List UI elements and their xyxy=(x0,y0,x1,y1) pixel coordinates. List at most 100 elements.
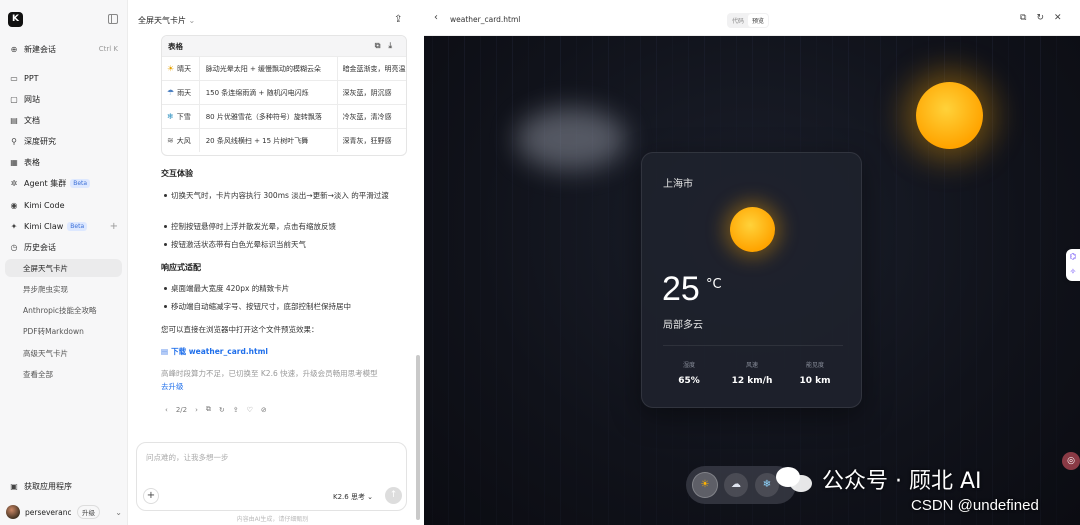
thumbs-down-icon[interactable]: ⊘ xyxy=(261,406,267,414)
upgrade-hint: 高峰时段算力不足，已切换至 K2.6 快速，升级会员畅用思考模型 去升级 xyxy=(161,367,407,393)
sidebar-item-table[interactable]: ▦ 表格 xyxy=(5,153,122,171)
background-streak xyxy=(480,36,481,525)
download-link[interactable]: ▤ 下载 weather_card.html xyxy=(161,346,268,357)
table-cell: 晴天 xyxy=(177,64,192,73)
attach-button[interactable]: + xyxy=(143,488,159,504)
weather-stage: 上海市 25 °C 局部多云 湿度 65% 风速 12 km/h 能见度 10 … xyxy=(424,36,1080,525)
divider xyxy=(663,345,843,346)
next-icon[interactable]: › xyxy=(195,406,198,414)
table-actions: ⧉⤓ xyxy=(375,41,400,51)
table-cell: 冷灰蓝，清冷感 xyxy=(342,112,392,121)
history-item[interactable]: PDF转Markdown xyxy=(5,322,122,340)
sidebar-item-research[interactable]: ⚲ 深度研究 xyxy=(5,132,122,150)
watermark-wechat: 公众号 · 顾北 AI xyxy=(776,463,982,495)
wechat-icon xyxy=(776,465,814,493)
beta-badge: Beta xyxy=(67,221,88,231)
sun-button[interactable]: ☀ xyxy=(693,473,717,497)
view-all-link[interactable]: 查看全部 xyxy=(5,365,122,383)
agent-icon: ✲ xyxy=(10,178,18,188)
sidebar-item-label: 表格 xyxy=(24,157,40,167)
translate-icon[interactable]: ⌬ xyxy=(1066,249,1080,264)
upgrade-button[interactable]: 升级 xyxy=(77,505,100,519)
sidebar-item-agent[interactable]: ✲ Agent 集群 Beta xyxy=(5,174,122,192)
get-app-button[interactable]: ▣ 获取应用程序 xyxy=(5,478,122,494)
back-icon[interactable]: ‹ xyxy=(434,12,438,23)
chat-scrollbar[interactable] xyxy=(416,355,420,520)
prev-icon[interactable]: ‹ xyxy=(165,406,168,414)
sidebar-item-label: 网站 xyxy=(24,94,40,104)
user-name: perseveranc... xyxy=(25,507,71,517)
regenerate-icon[interactable]: ↻ xyxy=(219,406,225,414)
kimi-logo[interactable]: K xyxy=(8,12,23,27)
temperature-unit: °C xyxy=(706,277,722,292)
user-menu[interactable]: perseveranc... 升级 ⌄ xyxy=(6,503,122,521)
history-item[interactable]: 高级天气卡片 xyxy=(5,344,122,362)
sidebar-item-website[interactable]: ▢ 网站 xyxy=(5,90,122,108)
stat-label: 能见度 xyxy=(805,362,824,369)
ppt-icon: ▭ xyxy=(10,73,18,83)
float-badge-icon[interactable]: ◎ xyxy=(1062,452,1080,470)
background-streak xyxy=(912,36,913,525)
background-streak xyxy=(1008,36,1009,525)
copy-icon[interactable]: ⧉ xyxy=(375,41,389,50)
background-streak xyxy=(1024,36,1025,525)
add-claw-icon[interactable]: + xyxy=(110,221,118,232)
sidebar-item-ppt[interactable]: ▭ PPT xyxy=(5,69,122,87)
floating-tools: ⌬ ✧ xyxy=(1066,249,1080,281)
background-streak xyxy=(608,36,609,525)
share-icon[interactable]: ⇪ xyxy=(233,406,239,414)
table-cell: 暗金蓝渐变，明亮温 xyxy=(342,64,406,73)
download-app-icon: ▣ xyxy=(10,481,18,491)
sidebar-item-history[interactable]: ◷ 历史会话 xyxy=(5,238,122,256)
new-chat-button[interactable]: ⊕ 新建会话 Ctrl K xyxy=(5,40,122,58)
weather-card: 上海市 25 °C 局部多云 湿度 65% 风速 12 km/h 能见度 10 … xyxy=(641,152,862,408)
history-item[interactable]: 异步爬虫实现 xyxy=(5,280,122,298)
conversation-title-text: 全屏天气卡片 xyxy=(138,16,186,25)
stat-value: 10 km xyxy=(799,376,831,386)
send-button[interactable]: ↑ xyxy=(385,487,402,504)
share-icon[interactable]: ⇪ xyxy=(394,14,402,25)
table-cell: 雨天 xyxy=(177,88,192,97)
refresh-icon[interactable]: ↻ xyxy=(1036,13,1054,23)
background-sun xyxy=(916,82,983,149)
sidebar-item-kimi-code[interactable]: ◉ Kimi Code xyxy=(5,196,122,214)
city-name: 上海市 xyxy=(663,179,693,190)
sidebar-item-label: Agent 集群 xyxy=(24,178,67,188)
chat-panel: 全屏天气卡片 ⌄ ⇪ 表格 ⧉⤓ ☀ 晴天 脉动光晕太阳 + 缓慢飘动的模糊云朵 … xyxy=(129,0,416,525)
assistant-icon[interactable]: ✧ xyxy=(1066,264,1080,279)
table-cell: 150 条连绵雨滴 + 随机闪电闪烁 xyxy=(205,88,309,97)
sidebar-item-kimi-claw[interactable]: ✦ Kimi Claw Beta + xyxy=(5,217,122,235)
history-item[interactable]: 全屏天气卡片 xyxy=(5,259,122,277)
sidebar-item-label: Kimi Code xyxy=(24,200,65,210)
history-item[interactable]: Anthropic技能全攻略 xyxy=(5,301,122,319)
download-icon[interactable]: ⤓ xyxy=(388,41,400,50)
watermark-text: 公众号 · 顾北 AI xyxy=(822,469,982,494)
tab-code[interactable]: 代码 xyxy=(728,14,748,27)
upgrade-link[interactable]: 去升级 xyxy=(161,382,184,391)
table-row: ❄ 下雪 80 片优雅雪花（多种符号）旋转飘落 冷灰蓝，清冷感 xyxy=(162,104,406,128)
sidebar-item-label: Kimi Claw xyxy=(24,221,64,231)
open-external-icon[interactable]: ⧉ xyxy=(1020,13,1036,23)
website-icon: ▢ xyxy=(10,94,18,104)
tab-preview[interactable]: 预览 xyxy=(748,14,769,27)
cloud-button[interactable]: ☁ xyxy=(724,473,748,497)
collapse-sidebar-icon[interactable] xyxy=(108,14,118,24)
background-streak xyxy=(544,36,545,525)
stat-humidity: 湿度 65% xyxy=(659,360,719,386)
history-item-label: 异步爬虫实现 xyxy=(23,284,68,294)
chat-input[interactable]: 问点难的，让我多想一步 + K2.6 思考 ⌄ ↑ xyxy=(136,442,407,511)
sidebar-item-docs[interactable]: ▤ 文档 xyxy=(5,111,122,129)
table-cell: 大风 xyxy=(176,136,191,145)
shortcut-hint: Ctrl K xyxy=(98,45,118,53)
close-icon[interactable]: ✕ xyxy=(1054,13,1072,23)
thumbs-up-icon[interactable]: ♡ xyxy=(247,406,253,414)
conversation-title[interactable]: 全屏天气卡片 ⌄ xyxy=(138,15,195,26)
background-streak xyxy=(592,36,593,525)
stat-value: 65% xyxy=(678,376,700,386)
table-row: ☂ 雨天 150 条连绵雨滴 + 随机闪电闪烁 深灰蓝，阴沉感 xyxy=(162,80,406,104)
copy-icon[interactable]: ⧉ xyxy=(206,405,211,414)
background-streak xyxy=(896,36,897,525)
model-selector[interactable]: K2.6 思考 ⌄ xyxy=(333,492,373,502)
chevron-down-icon[interactable]: ⌄ xyxy=(115,508,122,517)
download-prefix: 下载 xyxy=(171,347,187,356)
